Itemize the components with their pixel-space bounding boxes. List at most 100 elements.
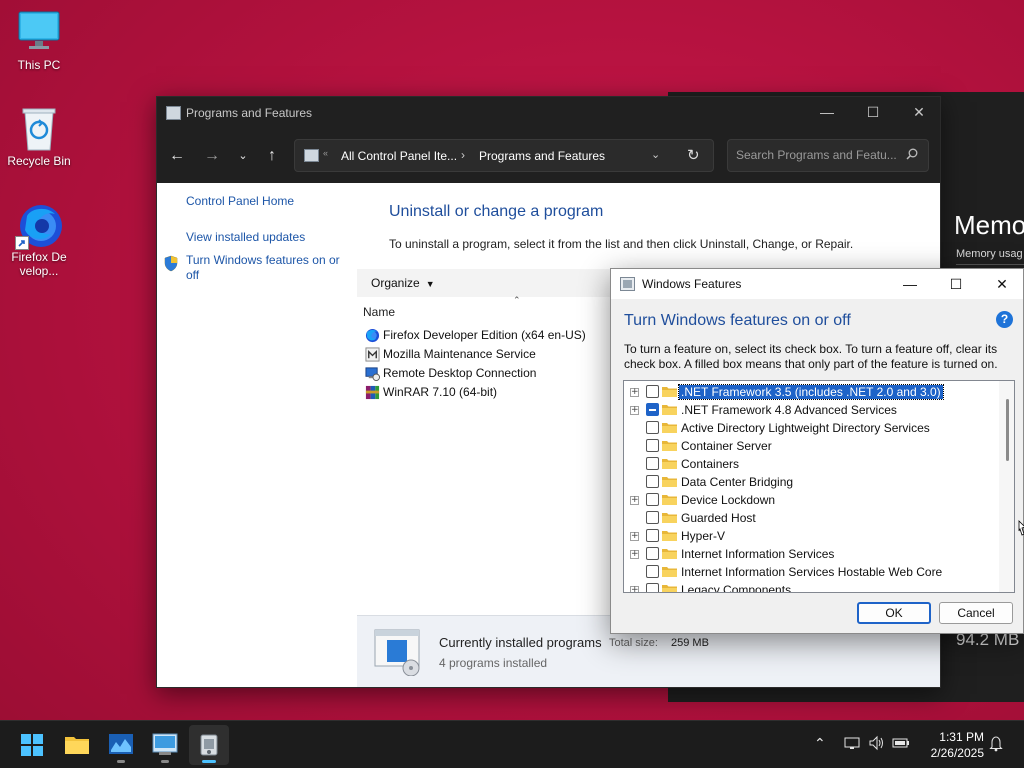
forward-arrow-icon[interactable]: →	[200, 145, 224, 167]
expand-plus-icon[interactable]: +	[630, 550, 639, 559]
search-box[interactable]	[727, 139, 929, 172]
taskbar-control-panel[interactable]	[145, 725, 185, 765]
feature-checkbox[interactable]	[646, 439, 659, 452]
clock-date: 2/26/2025	[930, 746, 984, 760]
feature-row[interactable]: + Hyper-V	[624, 527, 1000, 545]
feature-label: Internet Information Services	[681, 547, 835, 561]
installed-programs-icon	[374, 629, 420, 676]
desktop-icon-label: This PC	[17, 58, 61, 72]
breadcrumb-all-control-panel[interactable]: All Control Panel Ite...	[341, 149, 457, 163]
feature-checkbox[interactable]	[646, 583, 659, 592]
battery-icon[interactable]	[892, 735, 910, 754]
control-panel-icon	[152, 733, 178, 755]
feature-checkbox[interactable]	[646, 565, 659, 578]
feature-label: Internet Information Services Hostable W…	[681, 565, 943, 579]
desktop-icon-this-pc[interactable]: This PC	[1, 10, 77, 72]
search-input[interactable]	[736, 148, 896, 162]
feature-row[interactable]: + Legacy Components	[624, 581, 1000, 593]
folder-icon	[662, 531, 677, 541]
close-button[interactable]: ✕	[979, 269, 1024, 299]
desktop-icon-recycle-bin[interactable]: Recycle Bin	[1, 106, 77, 168]
taskbar-task-manager[interactable]	[101, 725, 141, 765]
notification-bell-icon[interactable]	[988, 735, 1004, 755]
maximize-button[interactable]: ☐	[850, 97, 896, 129]
scrollbar-thumb[interactable]	[1006, 399, 1009, 461]
cancel-button[interactable]: Cancel	[939, 602, 1013, 624]
folder-icon	[662, 513, 677, 523]
divider	[956, 264, 1024, 265]
link-view-installed-updates[interactable]: View installed updates	[186, 230, 305, 245]
system-clock[interactable]: 1:31 PM 2/26/2025	[920, 729, 984, 761]
refresh-icon[interactable]: ↻	[687, 146, 700, 164]
expand-plus-icon[interactable]: +	[630, 586, 639, 592]
maximize-button[interactable]: ☐	[933, 269, 979, 299]
expand-plus-icon[interactable]: +	[630, 388, 639, 397]
close-button[interactable]: ✕	[896, 97, 942, 129]
feature-row[interactable]: Guarded Host	[624, 509, 1000, 527]
column-header-name[interactable]: Name	[363, 305, 395, 319]
minimize-button[interactable]: —	[804, 97, 850, 129]
feature-checkbox[interactable]	[646, 385, 659, 398]
firefox-developer-icon	[15, 202, 62, 250]
address-bar[interactable]: « All Control Panel Ite... › Programs an…	[294, 139, 714, 172]
feature-row[interactable]: Active Directory Lightweight Directory S…	[624, 419, 1000, 437]
scrollbar[interactable]	[999, 381, 1014, 592]
folder-icon	[662, 567, 677, 577]
dialog-title-bar[interactable]: Windows Features — ☐ ✕	[611, 269, 1023, 299]
mozilla-icon	[365, 347, 380, 362]
feature-checkbox[interactable]	[646, 475, 659, 488]
chevron-up-icon[interactable]: ⌃	[814, 735, 826, 752]
expand-plus-icon[interactable]: +	[630, 496, 639, 505]
status-title: Currently installed programs	[439, 635, 602, 650]
feature-row[interactable]: + Device Lockdown	[624, 491, 1000, 509]
total-size-value: 259 MB	[671, 637, 709, 649]
feature-row[interactable]: Data Center Bridging	[624, 473, 1000, 491]
features-tree[interactable]: + .NET Framework 3.5 (includes .NET 2.0 a…	[623, 380, 1015, 593]
feature-checkbox[interactable]	[646, 511, 659, 524]
up-arrow-icon[interactable]: ↑	[260, 145, 284, 167]
minimize-button[interactable]: —	[887, 269, 933, 299]
feature-row[interactable]: + .NET Framework 3.5 (includes .NET 2.0 a…	[624, 383, 1000, 401]
feature-checkbox[interactable]	[646, 529, 659, 542]
bg-window-subtitle: Memory usag	[956, 248, 1023, 260]
taskbar: ⌃ 1:31 PM 2/26/2025	[0, 720, 1024, 768]
feature-checkbox[interactable]	[646, 421, 659, 434]
firefox-icon	[365, 328, 380, 343]
shield-icon	[164, 255, 178, 272]
breadcrumb-programs-features[interactable]: Programs and Features	[479, 149, 605, 163]
link-turn-windows-features[interactable]: Turn Windows features on or off	[186, 253, 351, 283]
mouse-cursor-icon	[1018, 520, 1024, 536]
taskbar-file-explorer[interactable]	[57, 725, 97, 765]
help-icon[interactable]: ?	[996, 311, 1013, 328]
feature-checkbox[interactable]	[646, 493, 659, 506]
title-bar[interactable]: Programs and Features — ☐ ✕	[157, 97, 940, 129]
remote-desktop-icon	[365, 367, 380, 381]
expand-plus-icon[interactable]: +	[630, 532, 639, 541]
ok-button[interactable]: OK	[857, 602, 931, 624]
start-button[interactable]	[12, 725, 52, 765]
link-control-panel-home[interactable]: Control Panel Home	[186, 194, 294, 209]
feature-label: .NET Framework 4.8 Advanced Services	[681, 403, 897, 417]
feature-checkbox[interactable]	[646, 547, 659, 560]
taskbar-programs-features[interactable]	[189, 725, 229, 765]
expand-plus-icon[interactable]: +	[630, 406, 639, 415]
recycle-bin-icon	[17, 106, 61, 151]
feature-checkbox[interactable]	[646, 457, 659, 470]
feature-row[interactable]: + .NET Framework 4.8 Advanced Services	[624, 401, 1000, 419]
windows-features-dialog[interactable]: Windows Features — ☐ ✕ Turn Windows feat…	[610, 268, 1024, 634]
desktop-icon-firefox-developer[interactable]: Firefox Develop...	[1, 202, 77, 278]
back-arrow-icon[interactable]: ←	[165, 145, 189, 167]
feature-row[interactable]: + Internet Information Services	[624, 545, 1000, 563]
recent-locations-chevron-icon[interactable]: ⌄	[231, 145, 255, 167]
window-title: Programs and Features	[186, 106, 313, 120]
chevron-down-icon[interactable]: ⌄	[651, 148, 660, 161]
feature-row[interactable]: Container Server	[624, 437, 1000, 455]
feature-row[interactable]: Containers	[624, 455, 1000, 473]
feature-label: Legacy Components	[681, 583, 792, 593]
volume-icon[interactable]	[868, 735, 886, 754]
feature-row[interactable]: Internet Information Services Hostable W…	[624, 563, 1000, 581]
feature-checkbox[interactable]	[646, 403, 659, 416]
folder-icon	[662, 495, 677, 505]
organize-button[interactable]: Organize ▼	[371, 276, 435, 290]
network-icon[interactable]	[844, 735, 860, 754]
